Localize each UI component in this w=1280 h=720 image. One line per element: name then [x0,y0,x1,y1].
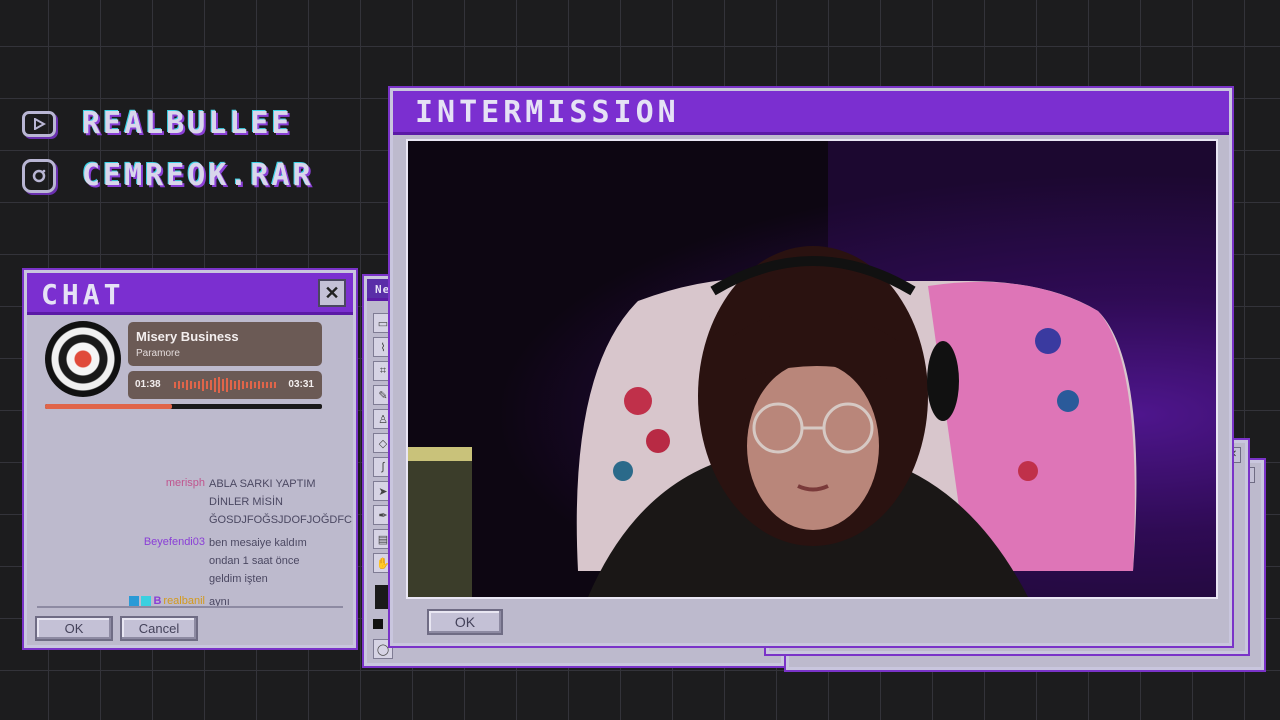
background-color-swatch[interactable] [373,619,383,629]
chat-titlebar: CHAT [27,273,353,315]
badge-icon [141,596,152,606]
youtube-handle: REALBULLEE [82,106,293,141]
instagram-handle: CEMREOK.RAR [82,158,314,193]
album-art [45,321,121,397]
youtube-icon [22,110,56,137]
chat-message-line: geldim işten [209,573,268,585]
elapsed-time: 01:38 [135,379,161,390]
chat-message-line: ĞOSDJFOĞSJDOFJOĞDFC [209,514,352,526]
total-time: 03:31 [288,379,314,390]
chat-message-line: ondan 1 saat önce [209,555,300,567]
close-icon[interactable]: ✕ [318,279,346,307]
song-info-card: Misery Business Paramore [128,322,322,366]
chat-message-line: ben mesaiye kaldım [209,537,307,549]
chat-message-line: ABLA SARKI YAPTIM [209,478,316,490]
chat-ok-button[interactable]: OK [35,616,113,641]
playback-card: 01:38 03:31 [128,371,322,399]
intermission-window: INTERMISSION OK [390,88,1232,646]
instagram-social: CEMREOK.RAR [22,158,314,193]
chat-message-line: DİNLER MİSİN [209,496,283,508]
chat-username: Beyefendi03 [117,536,205,548]
chat-message-line: aynı [209,596,230,608]
intermission-titlebar: INTERMISSION [393,91,1229,135]
intermission-title: INTERMISSION [415,95,680,130]
song-artist: Paramore [136,348,180,359]
webcam-scene [408,141,1216,597]
chat-cancel-button[interactable]: Cancel [120,616,198,641]
chat-message: ABLA SARKI YAPTIM DİNLER MİSİN ĞOSDJFOĞS… [209,475,352,529]
chat-message: aynı [209,593,230,611]
chat-window: CHAT ✕ Misery Business Paramore 01:38 03… [24,270,356,648]
chat-divider [37,606,343,608]
chat-username-text: merisph [165,477,205,489]
chat-username-text: Beyefendi03 [143,536,205,548]
youtube-social: REALBULLEE [22,106,293,141]
intermission-ok-button[interactable]: OK [427,609,503,635]
waveform-icon [174,377,276,393]
song-title: Misery Business [136,329,239,344]
chat-username: merisph [117,477,205,489]
instagram-icon [22,158,56,193]
badge-icon [129,596,140,606]
editor-title: Ne [375,283,391,296]
progress-fill [45,404,173,409]
webcam-feed [406,139,1218,599]
progress-track[interactable] [45,404,322,409]
chat-title: CHAT [41,278,125,311]
foreground-color-swatch[interactable] [375,585,389,609]
chat-message: ben mesaiye kaldım ondan 1 saat önce gel… [209,534,307,588]
